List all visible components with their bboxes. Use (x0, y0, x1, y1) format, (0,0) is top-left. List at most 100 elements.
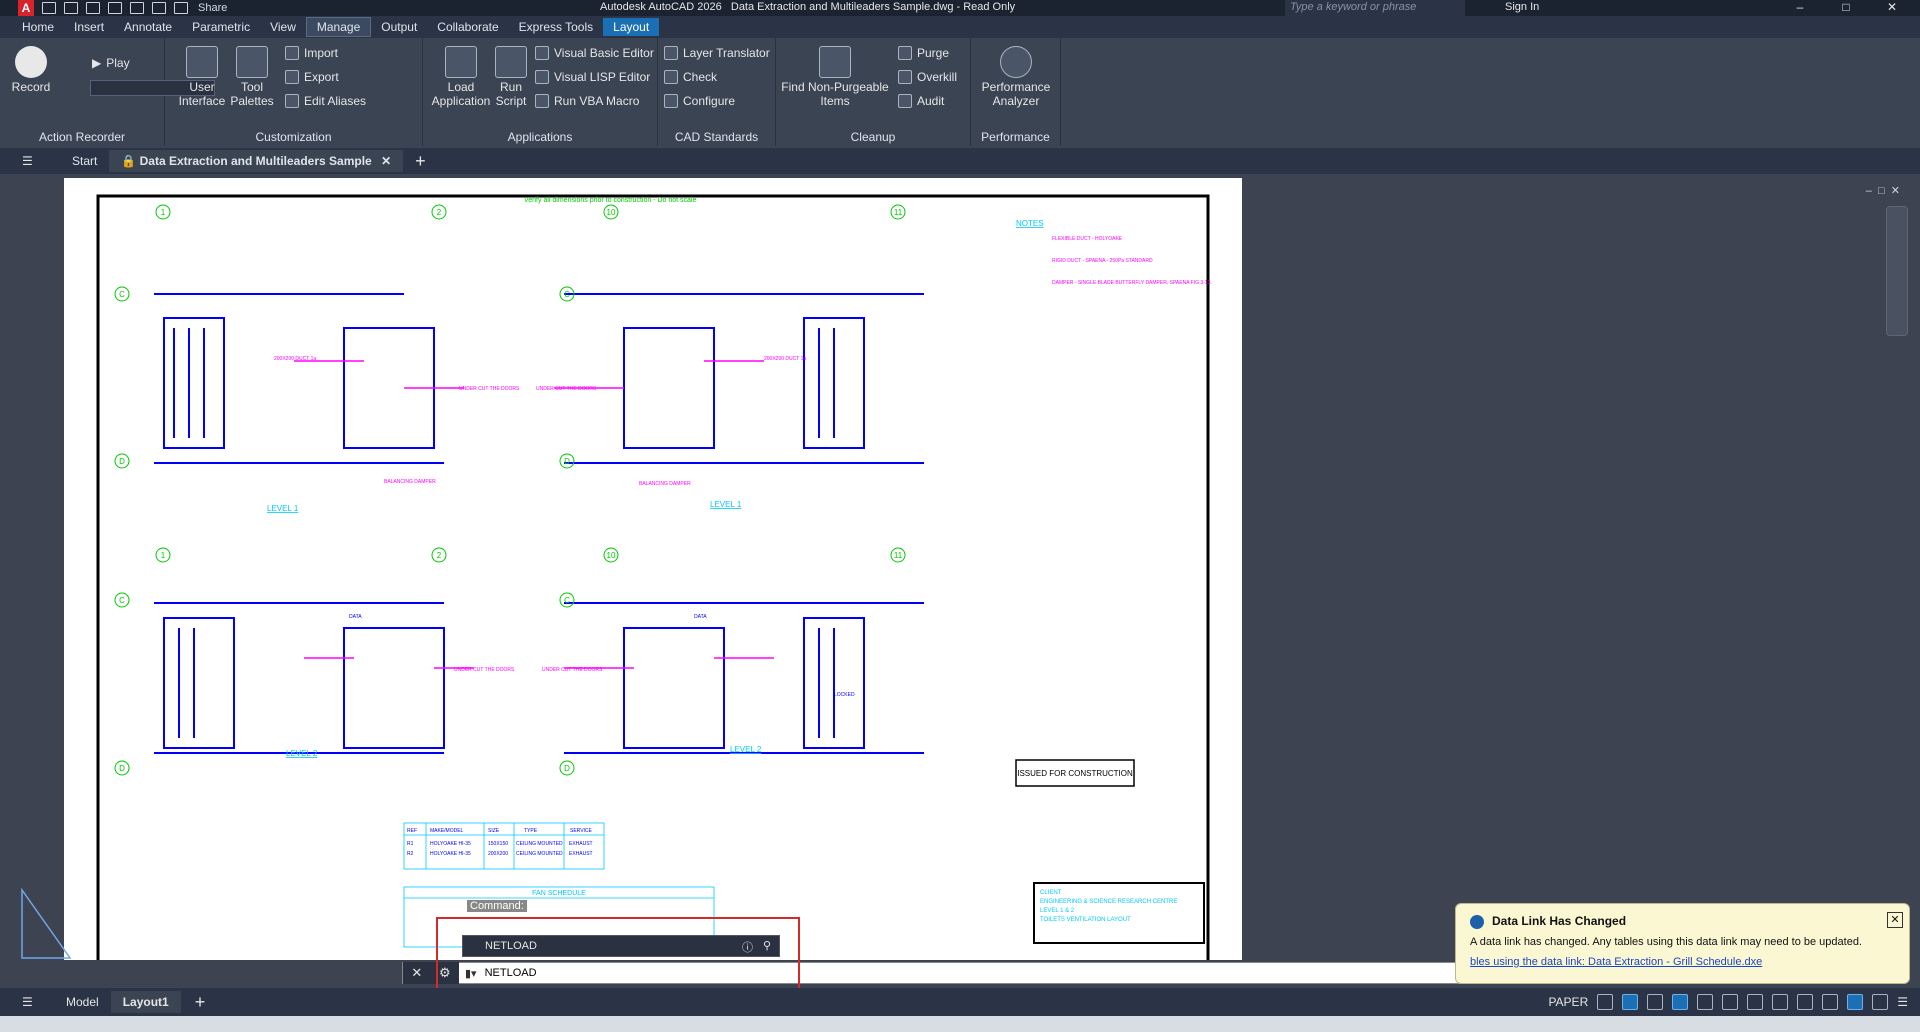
overkill-button[interactable]: Overkill (898, 70, 957, 84)
new-icon[interactable] (42, 2, 56, 14)
table-cell: R2 (407, 851, 414, 857)
fullscreen-icon[interactable] (1872, 994, 1889, 1010)
info-icon (1470, 915, 1484, 929)
user-interface-button[interactable]: User Interface (177, 46, 227, 108)
new-tab-icon[interactable]: + (415, 151, 426, 172)
object-snap-icon[interactable] (1697, 994, 1714, 1010)
search-input[interactable]: Type a keyword or phrase (1285, 0, 1465, 16)
share-button[interactable]: Share (198, 2, 227, 14)
layer-translator-button[interactable]: Layer Translator (664, 46, 770, 60)
tab-insert[interactable]: Insert (64, 18, 114, 36)
panel-cleanup: Find Non-Purgeable Items Purge Overkill … (776, 38, 971, 146)
level-label: LEVEL 2 (286, 749, 318, 758)
tab-layout[interactable]: Layout (603, 18, 660, 36)
paper-space-toggle[interactable]: PAPER (1548, 995, 1588, 1009)
load-application-button[interactable]: Load Application (431, 46, 491, 108)
plot-icon[interactable] (130, 2, 144, 14)
title-block-line: ENGINEERING & SCIENCE RESEARCH CENTRE (1040, 899, 1177, 905)
find-non-purgeable-button[interactable]: Find Non-Purgeable Items (780, 46, 890, 108)
grid-label: 11 (894, 551, 903, 560)
maximize-button[interactable]: □ (1826, 0, 1866, 16)
tab-collaborate[interactable]: Collaborate (427, 18, 508, 36)
autocad-logo-icon[interactable]: A (18, 0, 34, 16)
tab-layout1[interactable]: Layout1 (110, 991, 181, 1013)
tab-start[interactable]: Start (60, 150, 109, 172)
fan-schedule-title: FAN SCHEDULE (532, 890, 586, 897)
lisp-editor-icon (535, 70, 549, 84)
tab-annotate[interactable]: Annotate (114, 18, 182, 36)
polar-tracking-icon[interactable] (1622, 994, 1639, 1010)
status-bar: ☰ Model Layout1 + PAPER ☰ (0, 988, 1920, 1016)
edit-aliases-icon (285, 94, 299, 108)
save-as-icon[interactable] (108, 2, 122, 14)
select-cycling-icon[interactable] (1722, 994, 1739, 1010)
object-snap-tracking-icon[interactable] (1672, 994, 1689, 1010)
panel-label[interactable]: Applications (423, 130, 657, 144)
tab-manage[interactable]: Manage (305, 17, 372, 37)
annotation: LOCKED (834, 692, 855, 698)
annotation-scale-icon[interactable] (1747, 994, 1764, 1010)
tab-express-tools[interactable]: Express Tools (509, 18, 603, 36)
notes-title: NOTES (1016, 219, 1044, 228)
annotation: UNDER CUT THE DOORS (542, 667, 603, 673)
command-prefix: Command: (467, 900, 527, 912)
tab-parametric[interactable]: Parametric (182, 18, 260, 36)
check-button[interactable]: Check (664, 70, 717, 84)
panel-customization: User Interface Tool Palettes Import Expo… (165, 38, 423, 146)
workspace-gear-icon[interactable] (1772, 994, 1789, 1010)
import-button[interactable]: Import (285, 46, 338, 60)
redo-icon[interactable] (174, 2, 188, 14)
customize-menu-icon[interactable]: ☰ (1897, 995, 1908, 1009)
annotation: BALANCING DAMPER (639, 481, 691, 487)
purge-button[interactable]: Purge (898, 46, 949, 60)
tab-active-document[interactable]: 🔒 Data Extraction and Multileaders Sampl… (109, 150, 404, 172)
performance-analyzer-button[interactable]: Performance Analyzer (975, 46, 1057, 108)
grid-label: D (119, 457, 125, 466)
drawing-canvas[interactable]: Verify all dimensions prior to construct… (0, 176, 1920, 986)
save-icon[interactable] (86, 2, 100, 14)
grid-label: 2 (437, 208, 442, 217)
add-layout-icon[interactable]: + (195, 992, 206, 1013)
tab-view[interactable]: View (260, 18, 306, 36)
record-button[interactable]: Record (10, 46, 52, 94)
data-link-icon[interactable] (1847, 994, 1864, 1010)
table-header: REF (407, 828, 417, 834)
audit-button[interactable]: Audit (898, 94, 944, 108)
table-header: SIZE (488, 828, 500, 834)
open-icon[interactable] (64, 2, 78, 14)
table-cell: HOLYOAKE HI-35 (430, 841, 471, 847)
ortho-icon[interactable] (1597, 994, 1614, 1010)
lisp-editor-button[interactable]: Visual LISP Editor (535, 70, 650, 84)
annotation-monitor-icon[interactable] (1797, 994, 1814, 1010)
configure-button[interactable]: Configure (664, 94, 735, 108)
audit-icon (898, 94, 912, 108)
run-script-button[interactable]: Run Script (491, 46, 531, 108)
units-icon[interactable] (1822, 994, 1839, 1010)
layout-menu-icon[interactable]: ☰ (22, 995, 40, 1009)
navigation-bar[interactable] (1886, 206, 1908, 336)
tool-palettes-button[interactable]: Tool Palettes (227, 46, 277, 108)
undo-icon[interactable] (152, 2, 166, 14)
panel-label[interactable]: Action Recorder (0, 130, 164, 144)
vba-editor-button[interactable]: Visual Basic Editor (535, 46, 654, 60)
close-command-icon[interactable]: ✕ (411, 965, 422, 981)
notification-title: Data Link Has Changed (1492, 914, 1627, 928)
close-notification-icon[interactable]: ✕ (1887, 912, 1903, 928)
viewport-controls[interactable]: – □ ✕ (1866, 184, 1900, 197)
close-button[interactable]: ✕ (1872, 0, 1912, 16)
close-tab-icon[interactable]: ✕ (381, 154, 391, 168)
edit-aliases-button[interactable]: Edit Aliases (285, 94, 366, 108)
run-vba-button[interactable]: Run VBA Macro (535, 94, 639, 108)
tab-model[interactable]: Model (54, 991, 111, 1013)
tab-home[interactable]: Home (12, 18, 64, 36)
minimize-button[interactable]: – (1780, 0, 1820, 16)
hamburger-menu-icon[interactable]: ☰ (22, 154, 40, 168)
grid-label: 2 (437, 551, 442, 560)
duct-lines (294, 360, 774, 669)
sign-in-button[interactable]: Sign In (1505, 1, 1539, 13)
tab-output[interactable]: Output (371, 18, 427, 36)
export-button[interactable]: Export (285, 70, 339, 84)
play-button[interactable]: ▶ Play (92, 56, 130, 70)
isodraft-icon[interactable] (1647, 994, 1664, 1010)
notification-link[interactable]: bles using the data link: Data Extractio… (1470, 956, 1895, 968)
